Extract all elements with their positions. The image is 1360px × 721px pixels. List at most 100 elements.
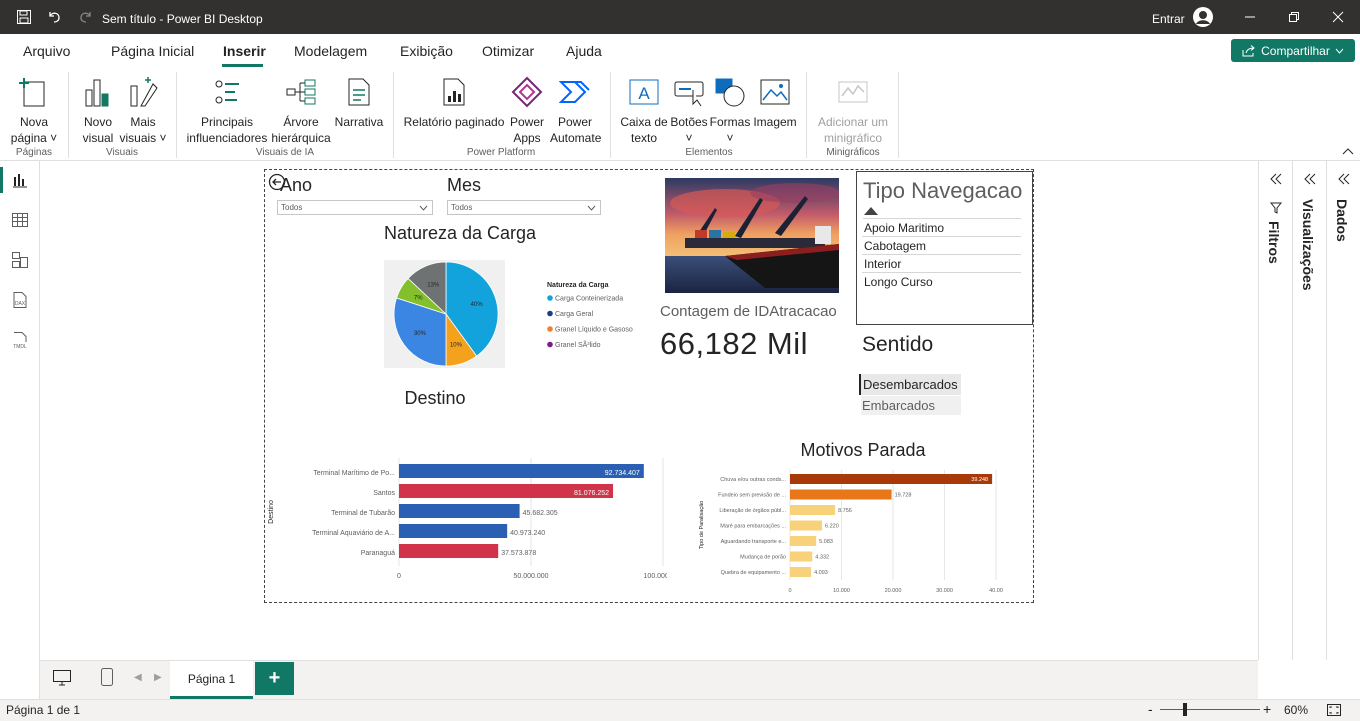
collapse-ribbon-icon[interactable]	[1342, 144, 1356, 156]
tipo-navegacao-item[interactable]: Interior	[862, 255, 1021, 273]
tipo-navegacao-title: Tipo Navegacao	[863, 178, 1023, 203]
destino-title: Destino	[404, 388, 466, 408]
menu-ajuda[interactable]: Ajuda	[566, 43, 602, 59]
expand-chevrons-icon[interactable]	[1303, 173, 1317, 185]
desktop-layout-icon[interactable]	[52, 669, 72, 687]
sentido-option-selected[interactable]: Desembarcados	[859, 374, 961, 395]
slicer-ano-dropdown[interactable]: Todos	[277, 200, 433, 215]
tipo-navegacao-item[interactable]: Apoio Maritimo	[862, 219, 1021, 237]
share-icon	[1242, 44, 1255, 56]
x-tick-label: 40.00	[989, 588, 1003, 594]
tab-pagina-1[interactable]: Página 1	[170, 661, 253, 699]
zoom-slider-track[interactable]	[1160, 709, 1260, 710]
ship-port-image[interactable]	[665, 178, 839, 293]
legend-label[interactable]: Granel Líquido e Gasoso	[555, 327, 633, 334]
chevron-down-icon	[1335, 48, 1344, 54]
avatar-icon[interactable]	[1193, 7, 1213, 27]
report-view-icon[interactable]	[10, 170, 30, 190]
legend-label[interactable]: Granel SÃ³lido	[555, 340, 601, 349]
menu-arquivo[interactable]: Arquivo	[23, 43, 70, 59]
shapes-button[interactable]: Formas ˅	[710, 74, 750, 146]
expand-chevrons-icon[interactable]	[1337, 173, 1351, 185]
next-page-icon[interactable]: ▶	[154, 672, 162, 683]
data-pane-collapsed[interactable]: Dados	[1326, 161, 1360, 660]
legend-title: Natureza da Carga	[547, 282, 609, 289]
category-label: Terminal Aquaviário de A...	[312, 530, 395, 537]
more-visuals-button[interactable]: Mais visuais ˅	[119, 74, 167, 146]
share-button[interactable]: Compartilhar	[1231, 39, 1355, 62]
sentido-option[interactable]: Embarcados	[861, 396, 961, 415]
separator	[393, 72, 394, 158]
bar[interactable]	[790, 551, 813, 562]
slicer-mes-dropdown[interactable]: Todos	[447, 200, 601, 215]
data-label: 8.756	[838, 508, 852, 514]
sort-up-icon[interactable]	[864, 207, 878, 215]
menu-exibicao[interactable]: Exibição	[400, 43, 453, 59]
menu-otimizar[interactable]: Otimizar	[482, 43, 534, 59]
shapes-label: Formas	[709, 115, 751, 129]
textbox-icon: A	[629, 79, 659, 105]
bar[interactable]	[790, 536, 817, 546]
svg-text:A: A	[638, 84, 650, 103]
decomp-tree-label-1: Árvore	[283, 115, 319, 129]
decomposition-tree-button[interactable]: Árvore hierárquica	[270, 74, 332, 146]
power-automate-button[interactable]: Power Automate	[550, 74, 601, 146]
new-visual-button[interactable]: Novo visual	[78, 74, 118, 146]
tipo-navegacao-slicer: Tipo Navegacao Apoio Maritimo Cabotagem …	[856, 171, 1033, 325]
motivos-bar-chart[interactable]: 0 10.000 20.000 30.000 40.00 Chuva e/ou outra…	[695, 466, 1005, 598]
pie-slice-label: 30%	[414, 331, 427, 337]
dax-query-view-icon[interactable]: DAX	[10, 290, 30, 310]
tipo-navegacao-item[interactable]: Cabotagem	[862, 237, 1021, 255]
bar[interactable]	[790, 489, 892, 500]
zoom-level: 60%	[1284, 703, 1309, 717]
bar[interactable]	[399, 524, 508, 538]
bar[interactable]	[790, 474, 993, 484]
model-view-icon[interactable]	[10, 250, 30, 270]
bar[interactable]	[399, 544, 499, 558]
signin-label[interactable]: Entrar	[1152, 12, 1185, 26]
add-page-button[interactable]: +	[255, 662, 294, 695]
textbox-button[interactable]: A Caixa de texto	[618, 74, 670, 146]
close-icon[interactable]	[1326, 5, 1350, 29]
data-pane-label: Dados	[1334, 199, 1350, 242]
menu-inserir[interactable]: Inserir	[223, 43, 266, 59]
tmdl-view-icon[interactable]: TMDL	[10, 330, 30, 350]
legend-label[interactable]: Carga Geral	[555, 311, 594, 318]
zoom-in-button[interactable]: +	[1263, 701, 1271, 717]
bar[interactable]	[790, 567, 812, 577]
save-icon[interactable]	[12, 5, 36, 29]
key-influencers-button[interactable]: Principais influenciadores	[186, 74, 268, 146]
table-view-icon[interactable]	[10, 210, 30, 230]
pie-chart-image[interactable]: 40% 10% 30% 7% 13%	[384, 260, 505, 368]
minimize-icon[interactable]	[1238, 5, 1262, 29]
power-apps-button[interactable]: Power Apps	[508, 74, 546, 146]
visualizations-pane-collapsed[interactable]: Visualizações	[1292, 161, 1326, 660]
paginated-report-button[interactable]: Relatório paginado	[402, 74, 506, 146]
expand-chevrons-icon[interactable]	[1269, 173, 1283, 185]
redo-icon[interactable]	[74, 5, 98, 29]
undo-icon[interactable]	[42, 5, 66, 29]
new-page-button[interactable]: Nova página ˅	[11, 74, 57, 146]
bar[interactable]	[399, 504, 520, 518]
legend-label[interactable]: Carga Conteinerizada	[555, 296, 623, 303]
fit-to-page-icon[interactable]	[1326, 703, 1342, 717]
bar[interactable]	[790, 505, 836, 515]
mobile-layout-icon[interactable]	[100, 667, 114, 687]
zoom-slider-thumb[interactable]	[1183, 703, 1187, 716]
slicer-ano-title: Ano	[280, 175, 313, 195]
menu-modelagem[interactable]: Modelagem	[294, 43, 367, 59]
slicer-ano-value: Todos	[281, 203, 303, 212]
image-button[interactable]: Imagem	[752, 74, 798, 146]
destino-bar-chart[interactable]: 0 50.000.000 100.000.000 Terminal Marítimo …	[267, 453, 667, 593]
zoom-out-button[interactable]: -	[1148, 701, 1153, 717]
data-label: 6.220	[825, 524, 839, 530]
buttons-button[interactable]: Botões ˅	[670, 74, 708, 146]
narrative-button[interactable]: Narrativa	[334, 74, 384, 146]
menu-pagina-inicial[interactable]: Página Inicial	[111, 43, 194, 59]
filters-pane-collapsed[interactable]: Filtros	[1258, 161, 1292, 660]
bar[interactable]	[790, 520, 823, 531]
data-label: 4.332	[815, 555, 829, 561]
restore-icon[interactable]	[1282, 5, 1306, 29]
tipo-navegacao-item[interactable]: Longo Curso	[862, 273, 1021, 291]
prev-page-icon[interactable]: ◀	[134, 672, 142, 683]
